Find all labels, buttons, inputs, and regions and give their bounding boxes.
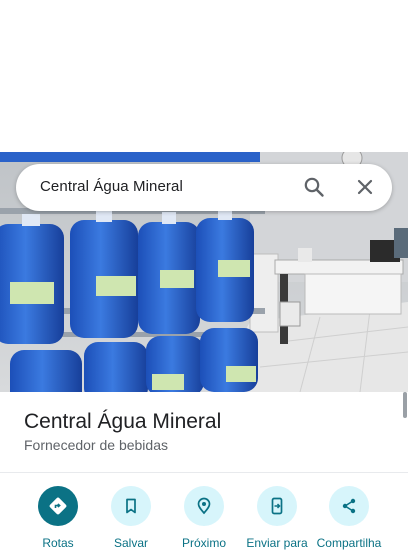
save-label: Salvar — [113, 536, 148, 550]
bookmark-icon — [111, 486, 151, 526]
place-category: Fornecedor de bebidas — [24, 437, 168, 453]
search-query[interactable]: Central Água Mineral — [40, 178, 183, 195]
send-to-phone-icon — [257, 486, 297, 526]
map-top-area — [0, 0, 408, 152]
send-to-phone-label: Enviar para — [246, 536, 308, 550]
place-title: Central Água Mineral — [24, 410, 222, 433]
search-icon[interactable] — [302, 175, 326, 199]
nearby-icon — [184, 486, 224, 526]
sheet-scrollbar[interactable] — [403, 392, 407, 418]
close-icon[interactable] — [353, 175, 377, 199]
save-button[interactable]: Salvar — [94, 486, 168, 550]
search-bar[interactable]: Central Água Mineral — [16, 164, 392, 211]
send-to-phone-button[interactable]: Enviar para — [240, 486, 314, 550]
share-button[interactable]: Compartilha — [312, 486, 386, 550]
share-label: Compartilha — [316, 536, 382, 550]
directions-icon — [38, 486, 78, 526]
directions-label: Rotas — [42, 536, 74, 550]
share-icon — [329, 486, 369, 526]
nearby-button[interactable]: Próximo — [167, 486, 241, 550]
directions-button[interactable]: Rotas — [21, 486, 95, 550]
divider — [0, 472, 408, 473]
nearby-label: Próximo — [181, 536, 226, 550]
